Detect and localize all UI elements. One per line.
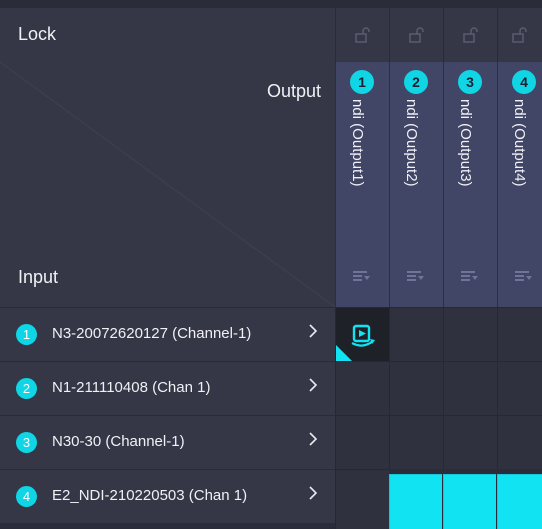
output-number-badge: 3	[458, 70, 482, 94]
chevron-right-icon[interactable]	[308, 377, 318, 393]
route-cell-in4-out2[interactable]	[389, 474, 442, 529]
route-cell-in1-out2[interactable]	[389, 307, 443, 361]
route-cell-in2-out1[interactable]	[335, 361, 389, 415]
route-cell-in4-out4[interactable]	[497, 474, 542, 529]
output-number-badge: 4	[512, 70, 536, 94]
chevron-right-icon[interactable]	[308, 323, 318, 339]
input-name: N3-20072620127 (Channel-1)	[52, 325, 252, 342]
output-column-header-3[interactable]: 3 ndi (Output3)	[443, 62, 497, 307]
input-number-badge: 1	[16, 324, 37, 345]
chevron-right-icon[interactable]	[308, 485, 318, 501]
route-switch-icon	[351, 324, 375, 347]
input-number-badge: 3	[16, 432, 37, 453]
filter-list-icon[interactable]	[461, 270, 479, 282]
output-axis-label: Output	[266, 81, 321, 101]
unlocked-padlock-icon	[512, 27, 527, 43]
output-name: ndi (Output4)	[511, 99, 528, 187]
filter-list-icon[interactable]	[353, 270, 371, 282]
lock-toggle-output-3[interactable]	[443, 8, 497, 62]
route-cell-in4-out1[interactable]	[335, 469, 389, 529]
filter-list-icon[interactable]	[407, 270, 425, 282]
input-row-4[interactable]: 4 E2_NDI-210220503 (Chan 1)	[0, 469, 335, 523]
input-axis-label: Input	[18, 267, 59, 287]
filter-list-icon[interactable]	[515, 270, 533, 282]
input-name: N1-211110408 (Chan 1)	[52, 379, 211, 396]
input-row-1[interactable]: 1 N3-20072620127 (Channel-1)	[0, 307, 335, 361]
route-cell-in3-out3[interactable]	[443, 415, 497, 469]
unlocked-padlock-icon	[408, 27, 424, 43]
routing-matrix: Lock Output Input 1 ndi (Output1) 2 ndi …	[0, 0, 542, 529]
output-column-header-4[interactable]: 4 ndi (Output4)	[497, 62, 542, 307]
input-number-badge: 2	[16, 378, 37, 399]
input-name: E2_NDI-210220503 (Chan 1)	[52, 487, 248, 504]
matrix-corner-header: Output Input	[0, 62, 335, 307]
input-row-2[interactable]: 2 N1-211110408 (Chan 1)	[0, 361, 335, 415]
lock-toggle-output-2[interactable]	[389, 8, 443, 62]
unlocked-padlock-icon	[354, 27, 370, 43]
route-cell-in2-out2[interactable]	[389, 361, 443, 415]
route-cell-in1-out4[interactable]	[497, 307, 542, 361]
output-number-badge: 1	[350, 70, 374, 94]
output-column-header-1[interactable]: 1 ndi (Output1)	[335, 62, 389, 307]
route-cell-in3-out2[interactable]	[389, 415, 443, 469]
output-column-header-2[interactable]: 2 ndi (Output2)	[389, 62, 443, 307]
route-cell-in4-out3[interactable]	[443, 474, 496, 529]
input-row-3[interactable]: 3 N30-30 (Channel-1)	[0, 415, 335, 469]
output-name: ndi (Output1)	[349, 99, 366, 187]
route-cell-in2-out4[interactable]	[497, 361, 542, 415]
route-cell-in2-out3[interactable]	[443, 361, 497, 415]
route-cell-in1-out3[interactable]	[443, 307, 497, 361]
lock-row: Lock	[0, 8, 542, 62]
route-cell-in3-out1[interactable]	[335, 415, 389, 469]
route-cell-in1-out1[interactable]	[335, 307, 389, 361]
input-number-badge: 4	[16, 486, 37, 507]
input-name: N30-30 (Channel-1)	[52, 433, 185, 450]
route-cell-in3-out4[interactable]	[497, 415, 542, 469]
chevron-right-icon[interactable]	[308, 431, 318, 447]
lock-label: Lock	[18, 24, 57, 44]
lock-toggle-output-1[interactable]	[335, 8, 389, 62]
unlocked-padlock-icon	[462, 27, 478, 43]
output-name: ndi (Output3)	[457, 99, 474, 187]
output-name: ndi (Output2)	[403, 99, 420, 187]
lock-toggle-output-4[interactable]	[497, 8, 542, 62]
output-number-badge: 2	[404, 70, 428, 94]
